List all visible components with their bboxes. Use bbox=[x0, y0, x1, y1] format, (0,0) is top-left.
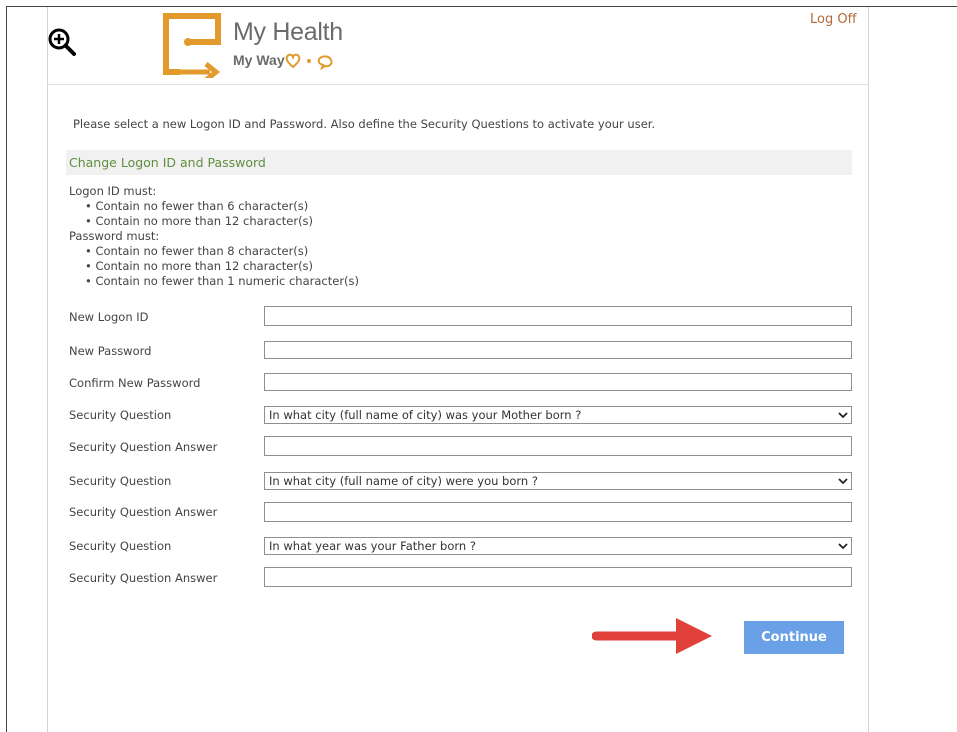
chevron-down-icon bbox=[838, 412, 848, 419]
chevron-down-icon bbox=[838, 478, 848, 485]
select-value: In what city (full name of city) was you… bbox=[269, 408, 582, 422]
security-answer-2-label: Security Question Answer bbox=[69, 505, 218, 519]
security-question-2-label: Security Question bbox=[69, 474, 172, 488]
rule-text: Contain no more than 12 character(s) bbox=[95, 214, 314, 228]
log-off-link[interactable]: Log Off bbox=[810, 12, 857, 27]
rule-item: • Contain no more than 12 character(s) bbox=[85, 259, 314, 273]
credential-rules: Logon ID must: • Contain no fewer than 6… bbox=[69, 184, 359, 289]
logon-rules-heading: Logon ID must: bbox=[69, 184, 157, 198]
password-rules-heading: Password must: bbox=[69, 229, 160, 243]
logo-tagline: My Way bbox=[233, 52, 285, 68]
security-question-1-select[interactable]: In what city (full name of city) was you… bbox=[264, 406, 852, 424]
continue-button[interactable]: Continue bbox=[744, 621, 844, 654]
logo-title: My Health bbox=[233, 18, 343, 46]
security-answer-3-label: Security Question Answer bbox=[69, 571, 218, 585]
header-divider bbox=[47, 84, 869, 85]
security-question-1-label: Security Question bbox=[69, 408, 172, 422]
select-value: In what year was your Father born ? bbox=[269, 539, 476, 553]
select-value: In what city (full name of city) were yo… bbox=[269, 474, 538, 488]
my-health-logo: My Health My Way bbox=[162, 12, 362, 78]
security-question-3-select[interactable]: In what year was your Father born ? bbox=[264, 537, 852, 555]
rule-text: Contain no fewer than 1 numeric characte… bbox=[95, 274, 360, 288]
red-arrow-icon bbox=[592, 618, 712, 654]
heart-dot-brain-icon bbox=[285, 53, 333, 70]
security-question-2-select[interactable]: In what city (full name of city) were yo… bbox=[264, 472, 852, 490]
logo-mark-icon bbox=[163, 13, 221, 78]
rule-text: Contain no fewer than 8 character(s) bbox=[95, 244, 309, 258]
security-answer-2-input[interactable] bbox=[264, 502, 852, 522]
security-answer-1-label: Security Question Answer bbox=[69, 440, 218, 454]
security-answer-1-input[interactable] bbox=[264, 436, 852, 456]
rule-item: • Contain no fewer than 8 character(s) bbox=[85, 244, 309, 258]
rule-item: • Contain no fewer than 6 character(s) bbox=[85, 199, 309, 213]
rule-text: Contain no fewer than 6 character(s) bbox=[95, 199, 309, 213]
confirm-password-input[interactable] bbox=[264, 373, 852, 391]
rule-item: • Contain no fewer than 1 numeric charac… bbox=[85, 274, 360, 288]
new-password-label: New Password bbox=[69, 344, 152, 358]
rule-text: Contain no more than 12 character(s) bbox=[95, 259, 314, 273]
confirm-password-label: Confirm New Password bbox=[69, 376, 201, 390]
rule-item: • Contain no more than 12 character(s) bbox=[85, 214, 314, 228]
new-password-input[interactable] bbox=[264, 341, 852, 359]
security-answer-3-input[interactable] bbox=[264, 567, 852, 587]
security-question-3-label: Security Question bbox=[69, 539, 172, 553]
new-logon-id-input[interactable] bbox=[264, 306, 852, 326]
instruction-text: Please select a new Logon ID and Passwor… bbox=[73, 117, 656, 131]
section-title: Change Logon ID and Password bbox=[69, 155, 266, 170]
section-header: Change Logon ID and Password bbox=[66, 150, 852, 175]
chevron-down-icon bbox=[838, 543, 848, 550]
new-logon-id-label: New Logon ID bbox=[69, 310, 149, 324]
